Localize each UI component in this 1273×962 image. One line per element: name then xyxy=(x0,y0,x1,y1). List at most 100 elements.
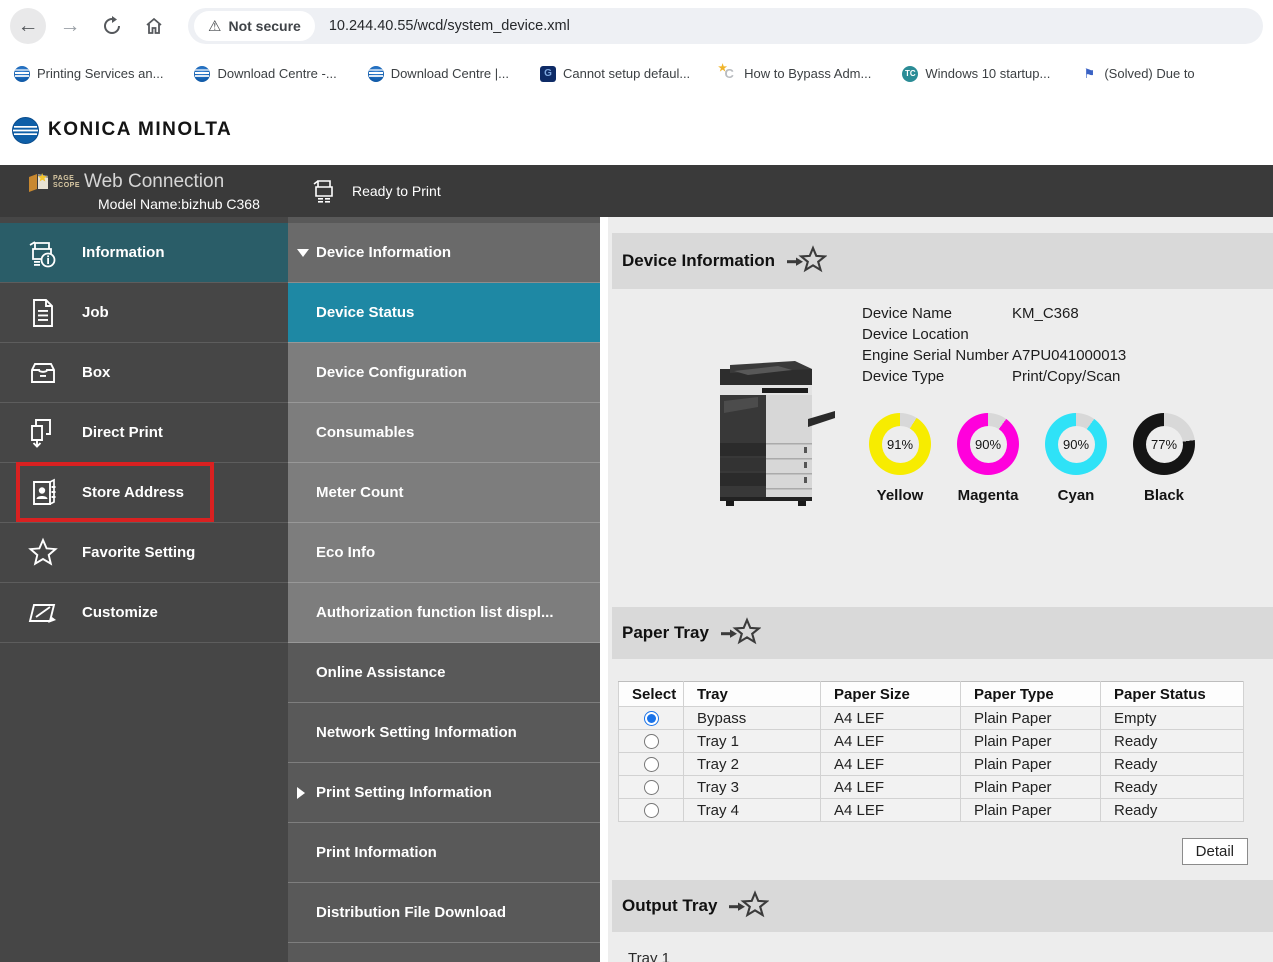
cell-size: A4 LEF xyxy=(821,776,961,799)
status-text: Ready to Print xyxy=(352,183,441,199)
column-header: Paper Status xyxy=(1101,682,1244,707)
primary-sidebar: Information Job Box xyxy=(0,217,288,962)
bookmark-item[interactable]: Download Centre |... xyxy=(368,66,509,82)
sidebar-item-information[interactable]: Information xyxy=(0,223,288,283)
url-text[interactable]: 10.244.40.55/wcd/system_device.xml xyxy=(329,18,570,34)
cell-type: Plain Paper xyxy=(961,753,1101,776)
cell-type: Plain Paper xyxy=(961,776,1101,799)
app-header-left: PAGE SCOPE Web Connection Model Name:biz… xyxy=(0,165,292,212)
tray-radio[interactable] xyxy=(644,734,659,749)
bookmark-item[interactable]: C How to Bypass Adm... xyxy=(721,66,871,82)
tray-radio[interactable] xyxy=(644,757,659,772)
sidebar-item-direct-print[interactable]: Direct Print xyxy=(0,403,288,463)
device-details: Device Name KM_C368 Device Location Engi… xyxy=(862,303,1196,507)
menu-meter-count[interactable]: Meter Count xyxy=(288,463,600,523)
security-chip[interactable]: ⚠ Not secure xyxy=(194,11,315,41)
job-document-icon xyxy=(26,296,60,330)
toner-name: Magenta xyxy=(958,487,1019,504)
menu-device-information[interactable]: Device Information xyxy=(288,223,600,283)
tray-radio[interactable] xyxy=(644,803,659,818)
home-icon[interactable] xyxy=(136,8,172,44)
sidebar-item-box[interactable]: Box xyxy=(0,343,288,403)
menu-item-clipped xyxy=(288,943,600,955)
star-c-favicon: C xyxy=(721,66,737,82)
browser-toolbar: ← → ⚠ Not secure 10.244.40.55/wcd/system… xyxy=(0,0,1273,52)
toner-name: Yellow xyxy=(877,487,924,504)
cell-type: Plain Paper xyxy=(961,799,1101,822)
bookmark-item[interactable]: TC Windows 10 startup... xyxy=(902,66,1050,82)
cell-size: A4 LEF xyxy=(821,799,961,822)
menu-label: Device Information xyxy=(316,244,451,261)
reload-icon[interactable] xyxy=(94,8,130,44)
secondary-menu: Device Information Device Status Device … xyxy=(288,217,600,962)
menu-distribution-file-download[interactable]: Distribution File Download xyxy=(288,883,600,943)
cell-tray: Tray 2 xyxy=(684,753,821,776)
field-value: KM_C368 xyxy=(1012,305,1079,322)
cell-tray: Tray 4 xyxy=(684,799,821,822)
address-bar[interactable]: ⚠ Not secure 10.244.40.55/wcd/system_dev… xyxy=(188,8,1263,44)
toner-donut-hole: 90% xyxy=(1058,426,1095,463)
cell-size: A4 LEF xyxy=(821,707,961,730)
sidebar-item-store-address[interactable]: Store Address xyxy=(0,463,288,523)
pagescope-small-text: PAGE SCOPE xyxy=(53,175,80,189)
person-favicon: ⚑ xyxy=(1081,66,1097,82)
section-title: Paper Tray xyxy=(622,623,709,643)
output-tray-row-clipped: Tray 1 xyxy=(628,950,1273,962)
menu-print-information[interactable]: Print Information xyxy=(288,823,600,883)
chevron-down-icon xyxy=(297,249,309,257)
field-value: Print/Copy/Scan xyxy=(1012,368,1120,385)
bookmark-label: Windows 10 startup... xyxy=(925,66,1050,81)
section-title: Output Tray xyxy=(622,896,717,916)
bookmark-item[interactable]: Download Centre -... xyxy=(194,66,336,82)
menu-consumables[interactable]: Consumables xyxy=(288,403,600,463)
cell-status: Ready xyxy=(1101,730,1244,753)
forward-icon[interactable]: → xyxy=(52,8,88,44)
cell-status: Ready xyxy=(1101,799,1244,822)
menu-authorization-function-list[interactable]: Authorization function list displ... xyxy=(288,583,600,643)
menu-print-setting-information[interactable]: Print Setting Information xyxy=(288,763,600,823)
favorite-star-arrow-icon[interactable] xyxy=(787,245,827,277)
toner-gauge-yellow: 91% Yellow xyxy=(868,413,932,504)
sidebar-label: Information xyxy=(82,244,165,261)
printer-image xyxy=(700,355,835,507)
sidebar-item-customize[interactable]: Customize xyxy=(0,583,288,643)
menu-device-status[interactable]: Device Status xyxy=(288,283,600,343)
sidebar-item-job[interactable]: Job xyxy=(0,283,288,343)
favorite-star-arrow-icon[interactable] xyxy=(729,890,769,922)
toner-name: Black xyxy=(1144,487,1184,504)
cell-status: Ready xyxy=(1101,776,1244,799)
sidebar-label: Customize xyxy=(82,604,158,621)
toner-percent: 77% xyxy=(1151,437,1177,452)
menu-eco-info[interactable]: Eco Info xyxy=(288,523,600,583)
device-field-row: Device Type Print/Copy/Scan xyxy=(862,366,1196,387)
cell-type: Plain Paper xyxy=(961,730,1101,753)
column-header: Paper Size xyxy=(821,682,961,707)
cell-status: Empty xyxy=(1101,707,1244,730)
bookmark-item[interactable]: G Cannot setup defaul... xyxy=(540,66,690,82)
bookmark-label: (Solved) Due to xyxy=(1104,66,1194,81)
menu-label: Authorization function list displ... xyxy=(316,604,553,621)
menu-network-setting-information[interactable]: Network Setting Information xyxy=(288,703,600,763)
toner-gauge-black: 77% Black xyxy=(1132,413,1196,504)
toner-gauges: 91% Yellow 90% Magenta xyxy=(868,413,1196,504)
sidebar-item-favorite-setting[interactable]: Favorite Setting xyxy=(0,523,288,583)
menu-label: Eco Info xyxy=(316,544,375,561)
menu-label: Print Information xyxy=(316,844,437,861)
menu-online-assistance[interactable]: Online Assistance xyxy=(288,643,600,703)
tray-radio[interactable] xyxy=(644,780,659,795)
table-header-row: Select Tray Paper Size Paper Type Paper … xyxy=(619,682,1244,707)
bookmark-item[interactable]: Printing Services an... xyxy=(14,66,163,82)
menu-label: Distribution File Download xyxy=(316,904,506,921)
detail-button[interactable]: Detail xyxy=(1182,838,1248,865)
information-icon xyxy=(26,236,60,270)
toner-percent: 91% xyxy=(887,437,913,452)
table-row-tray4: Tray 4 A4 LEF Plain Paper Ready xyxy=(619,799,1244,822)
menu-label: Meter Count xyxy=(316,484,404,501)
tray-radio[interactable] xyxy=(644,711,659,726)
device-status-block: Device Name KM_C368 Device Location Engi… xyxy=(700,303,1273,507)
bookmark-item[interactable]: ⚑ (Solved) Due to xyxy=(1081,66,1194,82)
menu-device-configuration[interactable]: Device Configuration xyxy=(288,343,600,403)
box-icon xyxy=(26,356,60,390)
back-icon[interactable]: ← xyxy=(10,8,46,44)
favorite-star-arrow-icon[interactable] xyxy=(721,617,761,649)
